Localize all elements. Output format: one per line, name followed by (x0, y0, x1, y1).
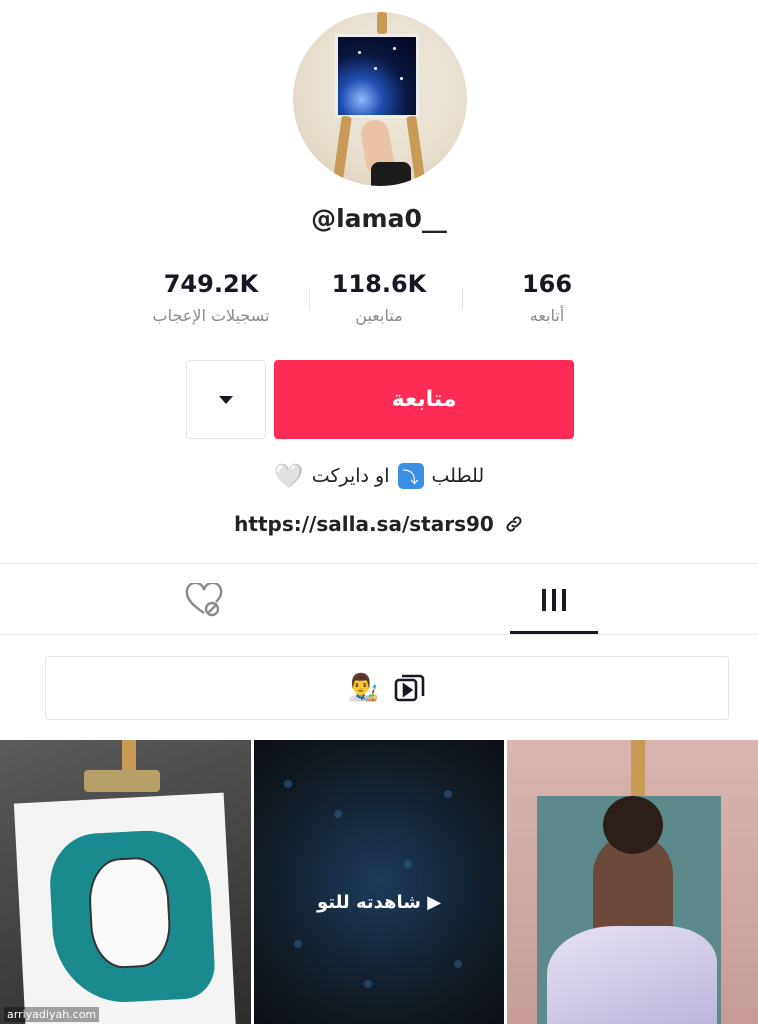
source-watermark: arriyadiyah.com (4, 1007, 100, 1022)
follow-button[interactable]: متابعة (274, 360, 574, 439)
stat-divider (462, 288, 463, 310)
stat-following[interactable]: 166 أتابعه (472, 270, 622, 325)
tab-liked-videos[interactable] (160, 564, 248, 636)
tab-videos[interactable] (510, 564, 598, 636)
arrow-down-emoji-icon: ⤵ (397, 463, 424, 489)
grid-icon (542, 589, 566, 611)
stat-followers[interactable]: 118.6K متابعين (304, 270, 454, 325)
profile-link[interactable]: https://salla.sa/stars90 (0, 512, 758, 536)
painting-portrait (13, 792, 237, 1024)
stat-following-label: أتابعه (529, 306, 565, 325)
more-options-dropdown-button[interactable] (186, 360, 266, 439)
stat-following-value: 166 (521, 270, 573, 298)
profile-link-text[interactable]: https://salla.sa/stars90 (234, 512, 494, 536)
caret-down-icon (219, 395, 233, 404)
stat-likes-label: تسجيلات الإعجاب (152, 306, 270, 325)
stat-followers-label: متابعين (355, 306, 403, 325)
liked-hidden-icon (185, 583, 223, 617)
white-heart-icon: 🤍 (273, 462, 304, 490)
just-watched-label: ▶ شاهدته للتو (316, 892, 442, 913)
bio-text-prefix: للطلب (431, 465, 485, 487)
avatar-sleeve (371, 162, 411, 186)
tabs-divider (0, 563, 758, 564)
tabs-divider (0, 634, 758, 635)
playlist-icon (394, 674, 425, 702)
profile-avatar[interactable] (293, 12, 467, 186)
video-grid: ▶ شاهدته للتو (0, 740, 758, 1024)
artist-emoji-icon: 👨‍🎨 (346, 673, 380, 703)
painting-figure (537, 796, 722, 1024)
stat-likes-value: 749.2K (163, 270, 259, 298)
stat-likes[interactable]: 749.2K تسجيلات الإعجاب (136, 270, 286, 325)
avatar-artwork (335, 34, 419, 118)
link-icon (506, 516, 522, 532)
bio-text-suffix: او دايركت (311, 465, 390, 487)
video-thumbnail[interactable]: ▶ شاهدته للتو (253, 740, 505, 1024)
profile-bio: للطلب ⤵ او دايركت 🤍 (0, 462, 758, 490)
playlist-bar[interactable]: 👨‍🎨 (45, 656, 729, 720)
stat-followers-value: 118.6K (331, 270, 427, 298)
easel-clamp (84, 770, 160, 792)
video-thumbnail[interactable] (507, 740, 758, 1024)
video-thumbnail[interactable] (0, 740, 251, 1024)
profile-username: @lama0__ (311, 204, 447, 233)
